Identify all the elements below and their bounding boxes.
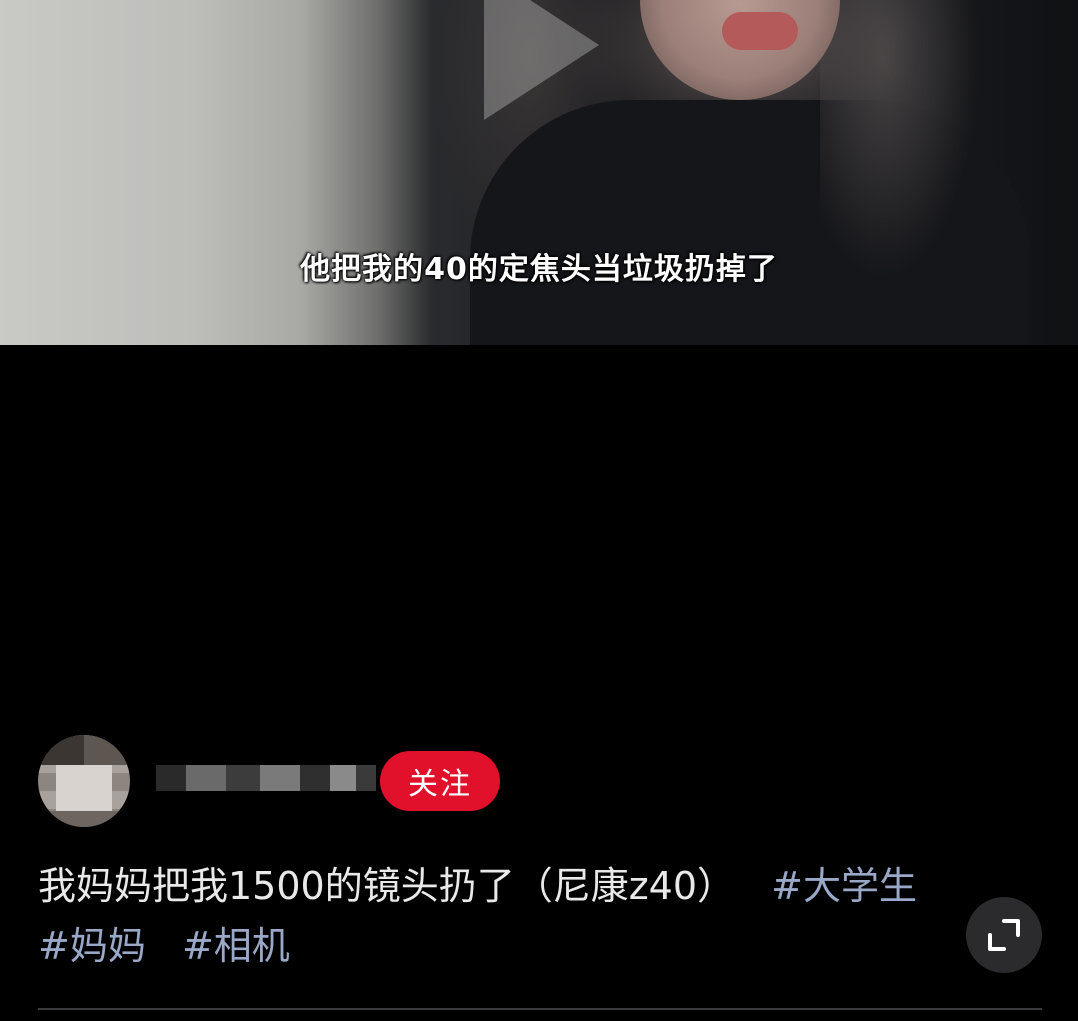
expand-button[interactable] [966, 897, 1042, 973]
video-frame-detail [722, 12, 798, 50]
expand-icon [988, 919, 1020, 951]
username-blurred[interactable] [156, 757, 376, 799]
follow-button[interactable]: 关注 [380, 751, 500, 811]
avatar[interactable] [38, 735, 130, 827]
hashtag-link[interactable]: #相机 [182, 924, 290, 968]
caption-text: 我妈妈把我1500的镜头扔了（尼康z40） [38, 864, 736, 908]
author-bar: 关注 [38, 735, 558, 827]
play-icon[interactable] [484, 0, 599, 120]
video-subtitle: 他把我的40的定焦头当垃圾扔掉了 [300, 252, 778, 287]
video-frame-detail [820, 0, 980, 280]
video-player[interactable]: 他把我的40的定焦头当垃圾扔掉了 [0, 0, 1078, 345]
hashtag-link[interactable]: #大学生 [771, 864, 917, 908]
post-caption: 我妈妈把我1500的镜头扔了（尼康z40） #大学生 #妈妈 #相机 [38, 856, 938, 976]
hashtag-link[interactable]: #妈妈 [38, 924, 146, 968]
divider [38, 1008, 1042, 1010]
